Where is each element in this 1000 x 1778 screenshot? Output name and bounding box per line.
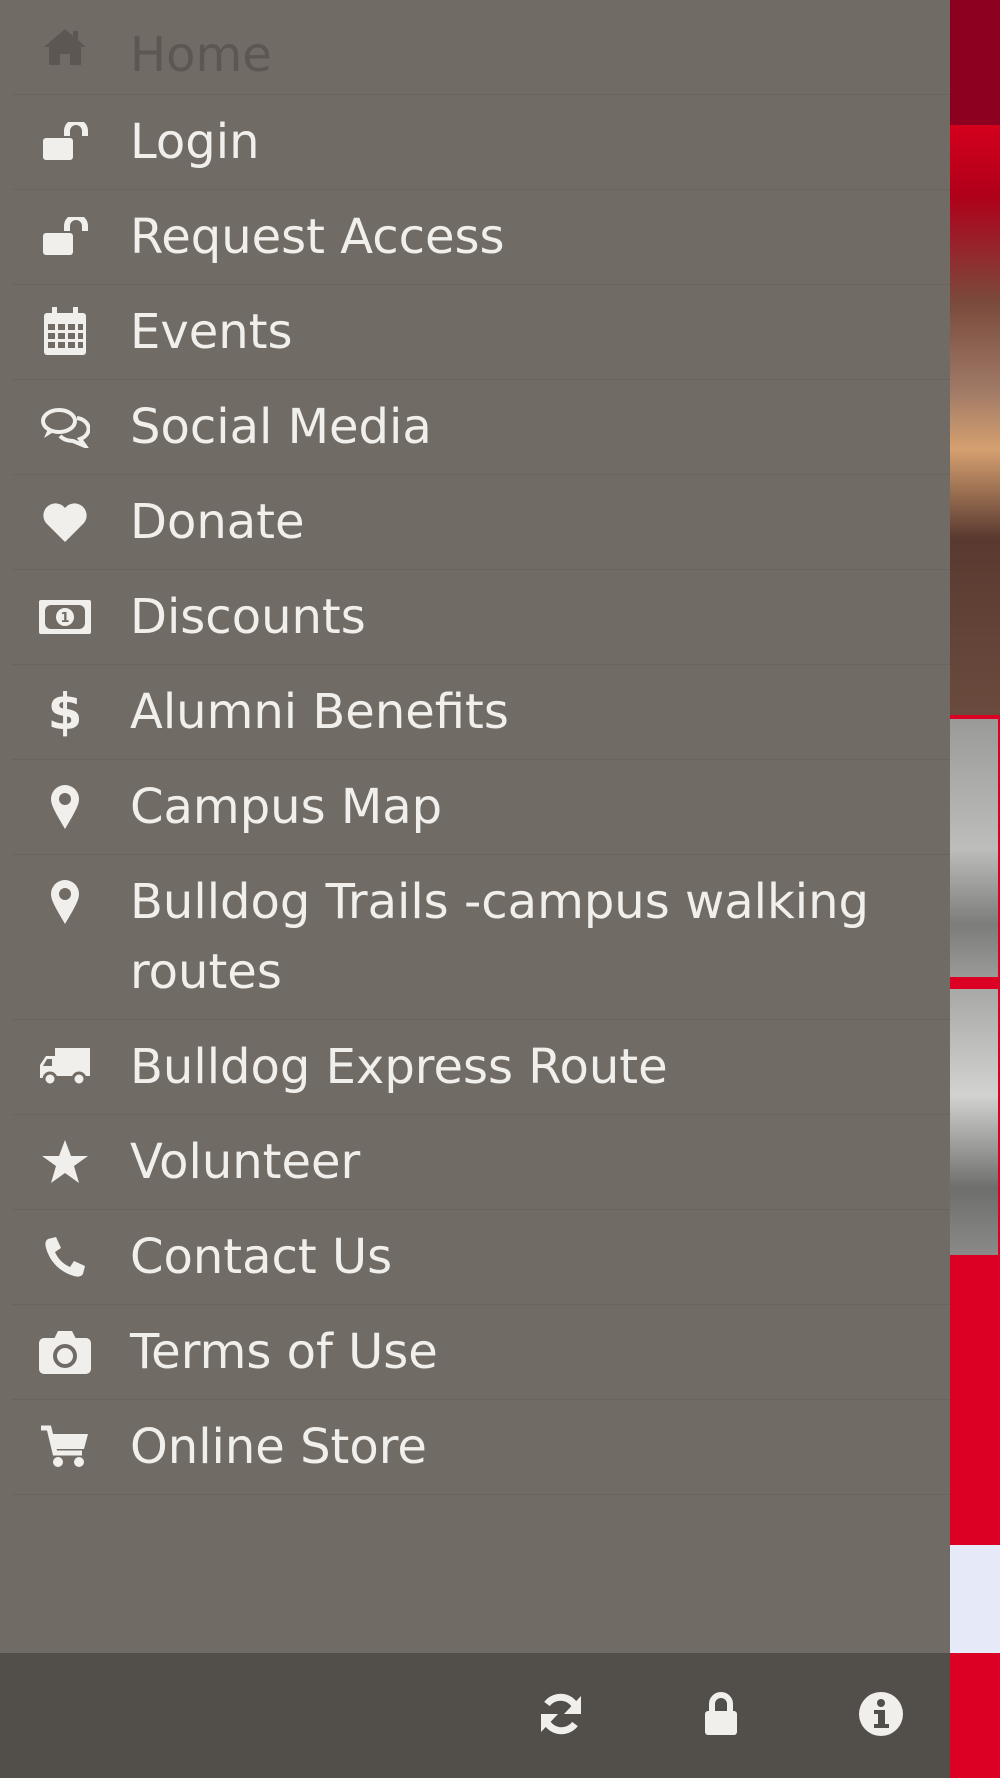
menu-item-request-access[interactable]: Request Access [12,190,950,285]
unlock-icon [38,117,92,167]
menu-item-label: Social Media [130,399,432,455]
menu-item-label: Events [130,304,293,360]
background-tile [950,985,1000,1255]
menu-item-donate[interactable]: Donate [12,475,950,570]
menu-item-label: Donate [130,494,305,550]
menu-item-bulldog-trails[interactable]: Bulldog Trails -campus walking routes [12,855,950,1020]
menu-item-label: Login [130,114,260,170]
dollar-icon: $ [38,687,92,737]
svg-text:1: 1 [60,611,69,626]
lock-button[interactable] [686,1681,756,1751]
menu-item-volunteer[interactable]: Volunteer [12,1115,950,1210]
menu-item-events[interactable]: Events [12,285,950,380]
background-photo [950,989,998,1255]
camera-icon [38,1327,92,1377]
menu-item-terms-of-use[interactable]: Terms of Use [12,1305,950,1400]
background-tile [950,715,1000,985]
menu-item-label: Volunteer [130,1134,361,1190]
menu-item-label: Bulldog Express Route [130,1039,668,1095]
lock-icon [703,1692,739,1740]
menu-item-label: Discounts [130,589,366,645]
background-panel [950,1255,1000,1545]
comments-icon [38,402,92,452]
menu-item-label: Campus Map [130,779,443,835]
map-marker-icon [38,877,92,927]
info-icon [858,1691,904,1741]
menu-item-discounts[interactable]: 1 Discounts [12,570,950,665]
shopping-cart-icon [38,1422,92,1472]
truck-icon [38,1042,92,1092]
heart-icon [38,497,92,547]
background-header [950,0,1000,125]
menu-item-label: Terms of Use [130,1324,438,1380]
menu-item-label: Request Access [130,209,505,265]
unlock-icon [38,212,92,262]
background-photo [950,719,998,977]
menu-item-campus-map[interactable]: Campus Map [12,760,950,855]
home-icon [38,22,92,72]
refresh-button[interactable] [526,1681,596,1751]
menu-item-bulldog-express-route[interactable]: Bulldog Express Route [12,1020,950,1115]
background-panel-light [950,1545,1000,1653]
phone-icon [38,1232,92,1282]
background-app [950,0,1000,1778]
nav-menu: Home Login Request Access Events Social [0,0,950,1495]
menu-item-social-media[interactable]: Social Media [12,380,950,475]
menu-item-alumni-benefits[interactable]: $ Alumni Benefits [12,665,950,760]
star-icon [38,1137,92,1187]
navigation-drawer: Home Login Request Access Events Social [0,0,950,1653]
menu-item-label: Contact Us [130,1229,393,1285]
menu-item-login[interactable]: Login [12,95,950,190]
menu-item-label: Bulldog Trails -campus walking routes [130,874,870,1000]
drawer-footer [0,1653,950,1778]
info-button[interactable] [846,1681,916,1751]
refresh-icon [537,1690,585,1742]
menu-item-online-store[interactable]: Online Store [12,1400,950,1495]
menu-item-label: Online Store [130,1419,427,1475]
money-icon: 1 [38,592,92,642]
menu-item-home[interactable]: Home [12,0,950,95]
menu-item-label: Alumni Benefits [130,684,509,740]
menu-item-contact-us[interactable]: Contact Us [12,1210,950,1305]
menu-item-label: Home [130,27,272,83]
calendar-icon [38,307,92,357]
background-footer [950,1653,1000,1778]
svg-text:$: $ [50,687,80,737]
map-marker-icon [38,782,92,832]
background-hero-image [950,125,1000,715]
